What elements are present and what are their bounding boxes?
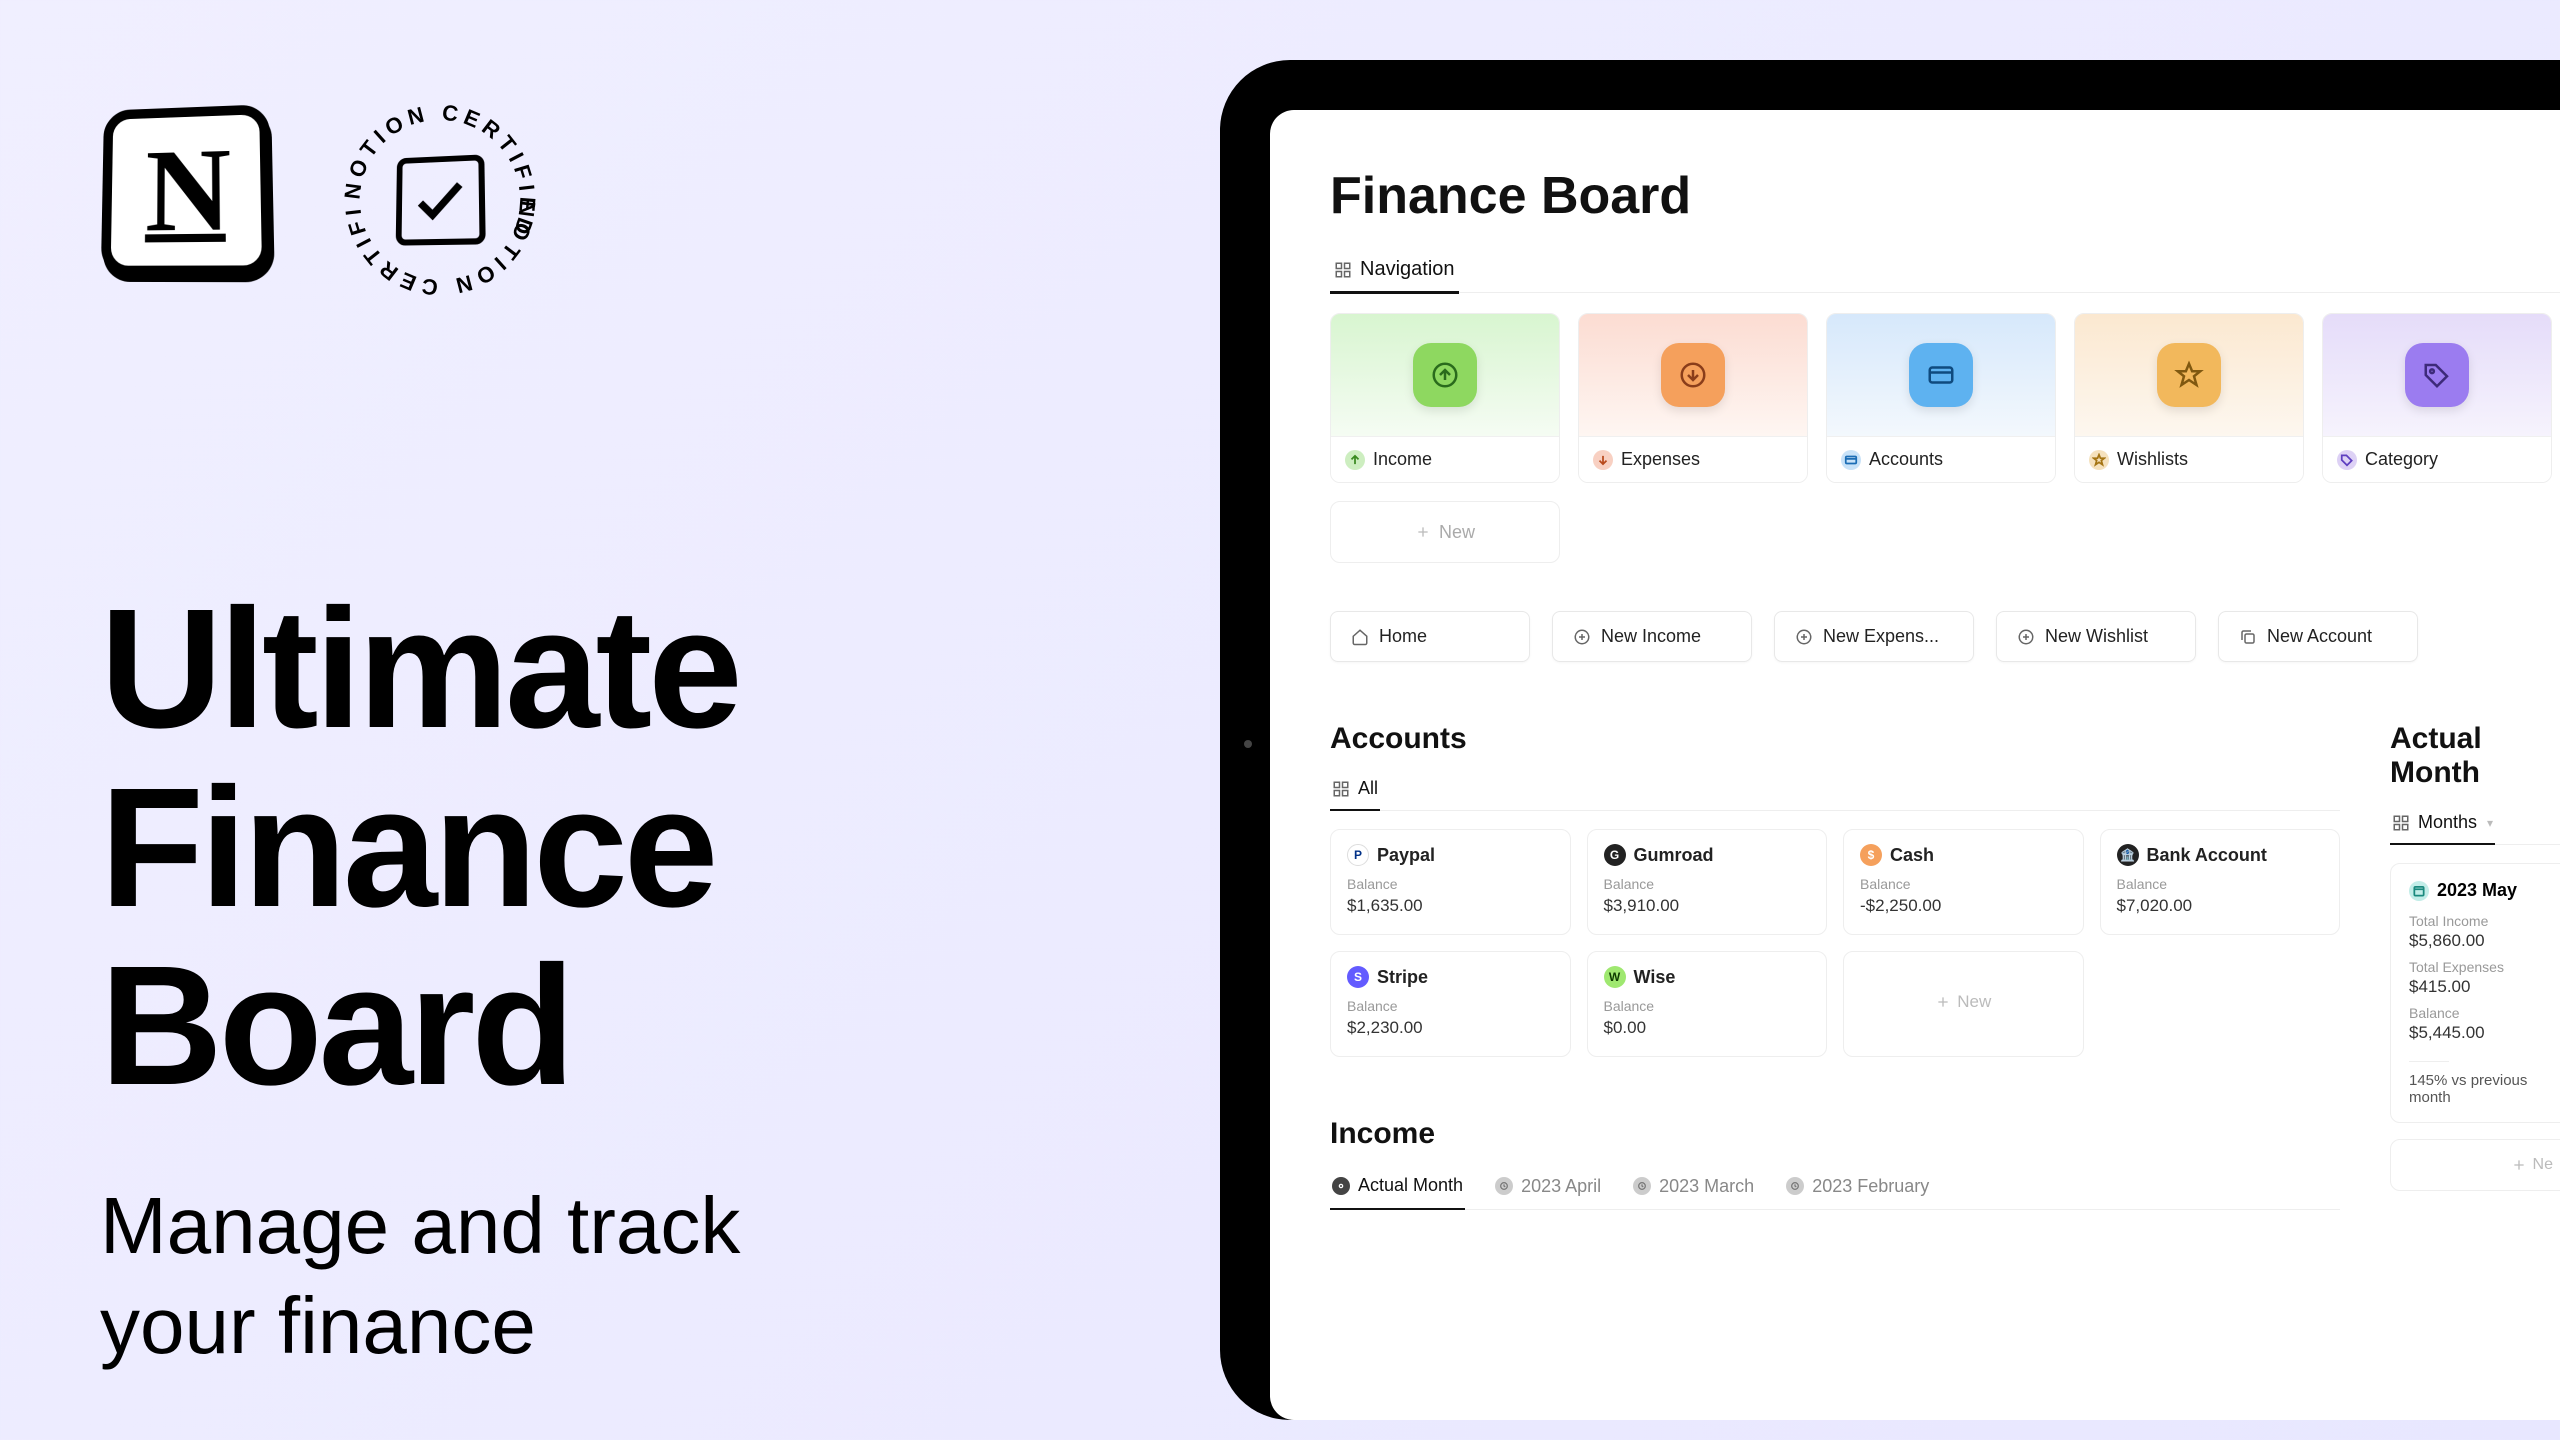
income-tab-march[interactable]: 2023 March [1631, 1163, 1756, 1209]
account-card-wise[interactable]: WWise Balance $0.00 [1587, 951, 1828, 1057]
nav-card-label: Income [1373, 449, 1432, 470]
accounts-tab-all[interactable]: All [1330, 768, 1380, 811]
account-card-bank[interactable]: 🏦Bank Account Balance $7,020.00 [2100, 829, 2341, 935]
cash-icon: $ [1860, 844, 1882, 866]
account-card-paypal[interactable]: PPaypal Balance $1,635.00 [1330, 829, 1571, 935]
clock-icon [1633, 1177, 1651, 1195]
account-card-stripe[interactable]: SStripe Balance $2,230.00 [1330, 951, 1571, 1057]
tablet-frame: Finance Board Navigation Income [1220, 60, 2560, 1420]
new-nav-card-button[interactable]: New [1330, 501, 1560, 563]
star-mini-icon [2089, 450, 2109, 470]
calendar-icon [2409, 881, 2429, 901]
arrow-up-circle-icon [1413, 343, 1477, 407]
wise-icon: W [1604, 966, 1626, 988]
card-icon [1909, 343, 1973, 407]
account-card-gumroad[interactable]: GGumroad Balance $3,910.00 [1587, 829, 1828, 935]
plus-circle-icon [1795, 628, 1813, 646]
nav-card-label: Wishlists [2117, 449, 2188, 470]
new-account-card[interactable]: New [1843, 951, 2084, 1057]
chevron-down-icon: ▾ [2487, 816, 2493, 830]
arrow-up-icon [1345, 450, 1365, 470]
home-button[interactable]: Home [1330, 611, 1530, 662]
income-title: Income [1330, 1117, 2340, 1151]
copy-icon [2239, 628, 2257, 646]
nav-card-expenses[interactable]: Expenses [1578, 313, 1808, 483]
target-icon [1332, 1177, 1350, 1195]
nav-card-label: Expenses [1621, 449, 1700, 470]
nav-card-label: Category [2365, 449, 2438, 470]
subheadline: Manage and track your finance [100, 1176, 1000, 1376]
plus-circle-icon [2017, 628, 2035, 646]
nav-card-income[interactable]: Income [1330, 313, 1560, 483]
paypal-icon: P [1347, 844, 1369, 866]
certified-badge: NOTION CERTIFIED NOTION CERTIFIED [340, 100, 540, 300]
tab-navigation[interactable]: Navigation [1330, 248, 1459, 294]
month-card[interactable]: 2023 May Total Income $5,860.00 Total Ex… [2390, 863, 2560, 1123]
income-tab-feb[interactable]: 2023 February [1784, 1163, 1931, 1209]
clock-icon [1786, 1177, 1804, 1195]
gumroad-icon: G [1604, 844, 1626, 866]
new-expense-button[interactable]: New Expens... [1774, 611, 1974, 662]
stripe-icon: S [1347, 966, 1369, 988]
income-tab-april[interactable]: 2023 April [1493, 1163, 1603, 1209]
income-tab-actual[interactable]: Actual Month [1330, 1163, 1465, 1210]
new-income-button[interactable]: New Income [1552, 611, 1752, 662]
card-mini-icon [1841, 450, 1861, 470]
clock-icon [1495, 1177, 1513, 1195]
tag-icon [2405, 343, 2469, 407]
arrow-down-icon [1593, 450, 1613, 470]
page-title: Finance Board [1330, 166, 2560, 226]
tag-mini-icon [2337, 450, 2357, 470]
plus-circle-icon [1573, 628, 1591, 646]
new-wishlist-button[interactable]: New Wishlist [1996, 611, 2196, 662]
home-icon [1351, 628, 1369, 646]
nav-card-wishlists[interactable]: Wishlists [2074, 313, 2304, 483]
new-month-button[interactable]: Ne [2390, 1139, 2560, 1191]
accounts-title: Accounts [1330, 722, 2340, 756]
nav-card-label: Accounts [1869, 449, 1943, 470]
notion-logo: N [100, 105, 280, 295]
nav-card-category[interactable]: Category [2322, 313, 2552, 483]
nav-card-accounts[interactable]: Accounts [1826, 313, 2056, 483]
tab-navigation-label: Navigation [1360, 258, 1455, 281]
months-tab[interactable]: Months ▾ [2390, 802, 2495, 845]
bank-icon: 🏦 [2117, 844, 2139, 866]
star-icon [2157, 343, 2221, 407]
new-account-button[interactable]: New Account [2218, 611, 2418, 662]
headline: Ultimate Finance Board [100, 580, 1000, 1116]
arrow-down-circle-icon [1661, 343, 1725, 407]
actual-month-title: Actual Month [2390, 722, 2560, 790]
account-card-cash[interactable]: $Cash Balance -$2,250.00 [1843, 829, 2084, 935]
